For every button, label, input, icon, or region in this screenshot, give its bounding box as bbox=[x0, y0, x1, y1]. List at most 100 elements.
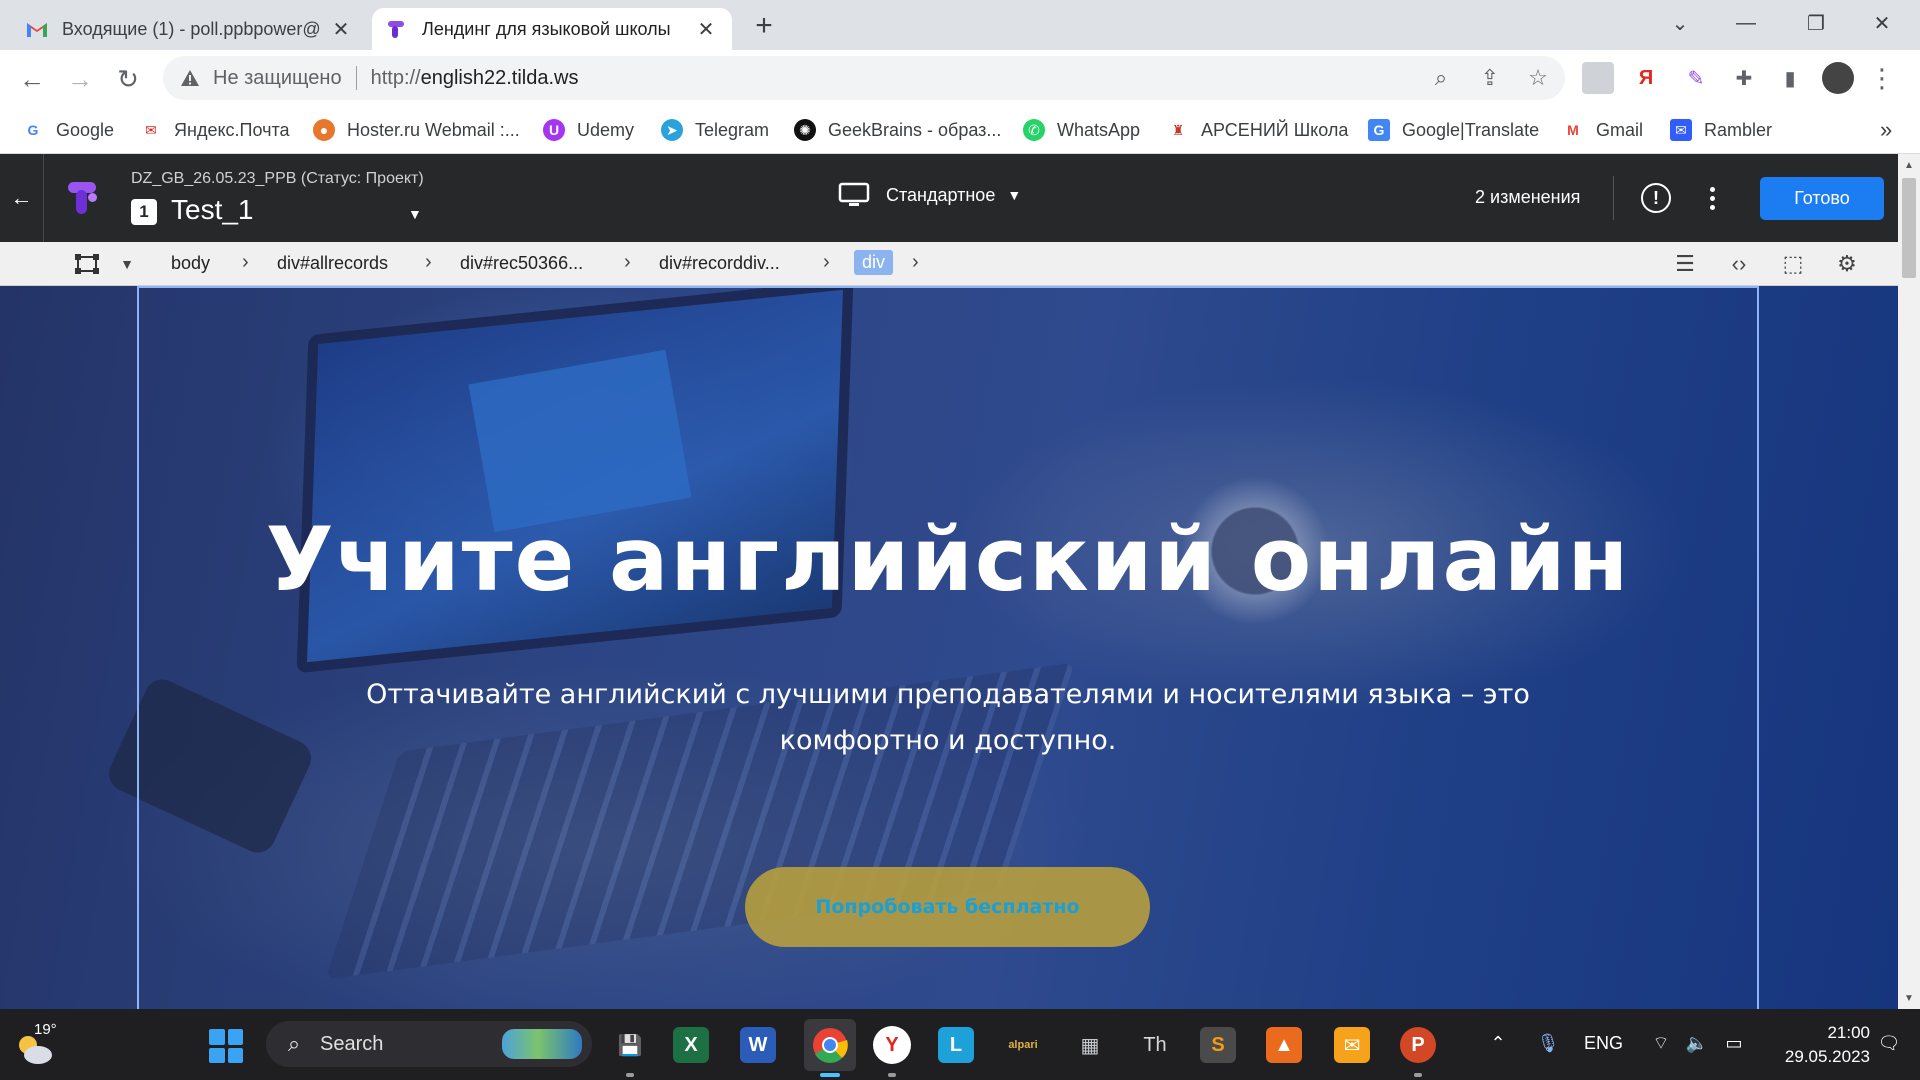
mail-icon[interactable]: ✉ bbox=[1334, 1027, 1370, 1063]
bookmark-telegram[interactable]: ➤ Telegram bbox=[661, 116, 769, 144]
breadcrumb-item[interactable]: div#recorddiv... bbox=[659, 253, 780, 274]
warning-icon[interactable] bbox=[179, 67, 201, 89]
menu-dots-icon[interactable] bbox=[1700, 180, 1724, 216]
page-scrollbar[interactable]: ▲ ▼ bbox=[1898, 154, 1920, 1009]
battery-icon[interactable]: ▭ bbox=[1720, 1031, 1748, 1055]
device-selector[interactable]: Стандартное ▼ bbox=[838, 182, 1021, 208]
select-frame-icon[interactable] bbox=[72, 250, 102, 278]
forward-arrow-icon[interactable]: → bbox=[63, 62, 97, 96]
breadcrumb-item[interactable]: div#rec50366... bbox=[460, 253, 583, 274]
bookmark-yandex-mail[interactable]: ✉ Яндекс.Почта bbox=[140, 116, 289, 144]
typora-icon[interactable]: Th bbox=[1133, 1023, 1177, 1067]
chevron-down-icon[interactable]: ▼ bbox=[408, 206, 422, 222]
scroll-down-icon[interactable]: ▼ bbox=[1898, 989, 1920, 1007]
breadcrumb-item-current[interactable]: div bbox=[854, 250, 894, 275]
l-app-icon[interactable]: L bbox=[938, 1027, 974, 1063]
try-free-button[interactable]: Попробовать бесплатно bbox=[745, 867, 1150, 947]
address-bar[interactable]: Не защищено http://english22.tilda.ws bbox=[163, 56, 1565, 100]
calculator-icon[interactable]: ▦ bbox=[1068, 1023, 1112, 1067]
word-icon[interactable]: W bbox=[740, 1027, 776, 1063]
hero-subtitle[interactable]: Оттачивайте английский с лучшими препода… bbox=[330, 672, 1566, 764]
bookmark-whatsapp[interactable]: ✆ WhatsApp bbox=[1023, 116, 1140, 144]
hero-title[interactable]: Учите английский онлайн bbox=[137, 508, 1759, 611]
extensions-puzzle-icon[interactable]: ✚ bbox=[1728, 62, 1760, 94]
tab-title: Входящие (1) - poll.ppbpower@ bbox=[62, 18, 321, 39]
zoom-icon[interactable]: ⌕ bbox=[1425, 62, 1457, 94]
microphone-icon[interactable]: 🎙 bbox=[1536, 1031, 1560, 1055]
bookmark-arseniy[interactable]: ♜ АРСЕНИЙ Школа bbox=[1167, 116, 1349, 144]
wifi-icon[interactable]: ⌔ bbox=[1648, 1031, 1674, 1055]
bookmark-star-icon[interactable]: ☆ bbox=[1522, 62, 1554, 94]
bookmark-rambler[interactable]: ✉ Rambler bbox=[1670, 116, 1772, 144]
notifications-icon[interactable]: 🗨 bbox=[1876, 1031, 1902, 1055]
bookmark-label: Gmail bbox=[1596, 119, 1644, 140]
side-panel-icon[interactable]: ▮ bbox=[1774, 62, 1806, 94]
chevron-down-icon[interactable]: ▼ bbox=[112, 250, 142, 278]
close-window-icon[interactable]: ✕ bbox=[1862, 8, 1902, 38]
alert-icon[interactable]: ! bbox=[1641, 183, 1671, 213]
changes-counter[interactable]: 2 изменения bbox=[1475, 187, 1580, 208]
close-icon[interactable]: ✕ bbox=[694, 17, 718, 41]
divider bbox=[355, 66, 357, 90]
close-icon[interactable]: ✕ bbox=[329, 17, 353, 41]
alpari-icon[interactable]: alpari bbox=[1001, 1023, 1045, 1067]
chrome-icon[interactable] bbox=[804, 1019, 856, 1071]
monitor-icon bbox=[838, 182, 870, 206]
reload-icon[interactable]: ↻ bbox=[111, 62, 145, 96]
taskbar-search[interactable]: ⌕ Search bbox=[266, 1021, 592, 1067]
windows-start-icon[interactable] bbox=[209, 1029, 243, 1063]
browser-tab-strip: Входящие (1) - poll.ppbpower@ ✕ Лендинг … bbox=[0, 0, 1920, 50]
divider bbox=[1613, 176, 1614, 220]
bookmark-label: Hoster.ru Webmail :... bbox=[347, 119, 520, 140]
file-manager-icon[interactable]: 💾 bbox=[608, 1023, 652, 1067]
scroll-up-icon[interactable]: ▲ bbox=[1898, 156, 1920, 174]
language-indicator[interactable]: ENG bbox=[1584, 1031, 1623, 1055]
more-bookmarks-button[interactable]: » bbox=[1880, 116, 1892, 144]
eyedropper-extension-icon[interactable]: ✎ bbox=[1680, 62, 1712, 94]
page-name[interactable]: Test_1 bbox=[171, 194, 254, 226]
bookmark-geekbrains[interactable]: ✺ GeekBrains - образ... bbox=[794, 116, 1001, 144]
avatar[interactable] bbox=[1822, 62, 1854, 94]
system-clock[interactable]: 21:00 29.05.2023 bbox=[1750, 1021, 1870, 1069]
bookmark-label: WhatsApp bbox=[1057, 119, 1141, 140]
bookmark-gmail[interactable]: M Gmail bbox=[1562, 116, 1643, 144]
app-indicator bbox=[1414, 1073, 1422, 1077]
office-icon[interactable]: ▲ bbox=[1266, 1027, 1302, 1063]
menu-dots-icon[interactable]: ⋮ bbox=[1866, 62, 1898, 94]
search-icon: ⌕ bbox=[287, 1031, 301, 1056]
tab-tilda[interactable]: Лендинг для языковой школы ✕ bbox=[372, 8, 732, 50]
bookmark-google-translate[interactable]: G Google|Translate bbox=[1368, 116, 1539, 144]
project-name[interactable]: DZ_GB_26.05.23_PPB (Статус: Проект) bbox=[131, 170, 424, 188]
breadcrumb-item[interactable]: body bbox=[171, 253, 210, 274]
tab-search-icon[interactable]: ⌄ bbox=[1660, 8, 1700, 38]
gear-icon[interactable]: ⚙ bbox=[1832, 250, 1862, 278]
breadcrumb-item[interactable]: div#allrecords bbox=[277, 253, 388, 274]
cursor-select-icon[interactable]: ⬚ bbox=[1778, 250, 1808, 278]
volume-icon[interactable]: 🔈 bbox=[1684, 1031, 1710, 1055]
url-host: english22.tilda.ws bbox=[420, 66, 579, 89]
back-arrow-icon[interactable]: ← bbox=[0, 154, 44, 242]
yandex-browser-icon[interactable]: Y bbox=[873, 1026, 911, 1064]
bookmark-udemy[interactable]: U Udemy bbox=[543, 116, 634, 144]
code-icon[interactable]: ‹› bbox=[1724, 250, 1754, 278]
browser-toolbar: ← → ↻ Не защищено http://english22.tilda… bbox=[0, 50, 1920, 106]
bookmark-google[interactable]: G Google bbox=[22, 116, 115, 144]
minimize-icon[interactable]: — bbox=[1726, 8, 1766, 38]
element-breadcrumb: ▼ body › div#allrecords › div#rec50366..… bbox=[0, 242, 1898, 286]
extension-profile-icon[interactable] bbox=[1582, 62, 1614, 94]
new-tab-button[interactable]: + bbox=[748, 9, 780, 42]
sublime-text-icon[interactable]: S bbox=[1200, 1027, 1236, 1063]
bookmark-hoster[interactable]: ● Hoster.ru Webmail :... bbox=[313, 116, 520, 144]
tab-gmail[interactable]: Входящие (1) - poll.ppbpower@ ✕ bbox=[12, 8, 367, 50]
back-arrow-icon[interactable]: ← bbox=[15, 62, 49, 96]
yandex-extension-icon[interactable]: Я bbox=[1630, 62, 1662, 94]
done-button[interactable]: Готово bbox=[1760, 177, 1884, 220]
restore-icon[interactable]: ❐ bbox=[1796, 8, 1836, 38]
powerpoint-icon[interactable]: P bbox=[1400, 1027, 1436, 1063]
excel-icon[interactable]: X bbox=[673, 1027, 709, 1063]
weather-widget[interactable]: 19° bbox=[14, 1021, 74, 1069]
chevron-up-icon[interactable]: ⌃ bbox=[1486, 1031, 1510, 1055]
sliders-icon[interactable]: ☰ bbox=[1670, 250, 1700, 278]
scroll-thumb[interactable] bbox=[1902, 178, 1916, 278]
share-icon[interactable]: ⇪ bbox=[1474, 62, 1506, 94]
